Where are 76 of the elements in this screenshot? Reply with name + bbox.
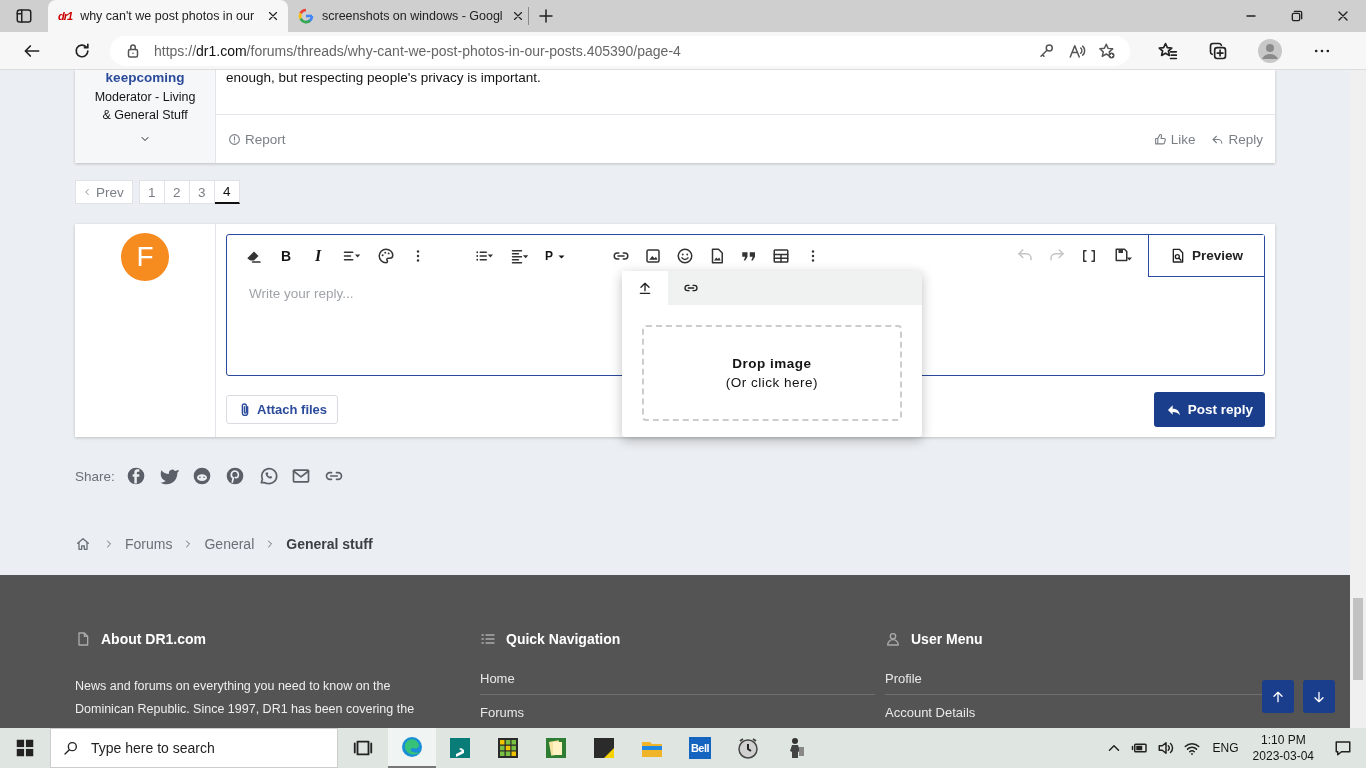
about-text: News and forums on everything you need to know on the Dominican Republic. Since 1997, DR1 has been covering the bbox=[75, 678, 416, 718]
attach-files-button[interactable]: Attach files bbox=[226, 395, 339, 424]
scrollbar[interactable] bbox=[1350, 70, 1366, 728]
clock-app-icon[interactable] bbox=[736, 736, 760, 760]
thumbs-up-icon bbox=[1153, 132, 1167, 146]
site-favicon: dr1 bbox=[58, 10, 73, 22]
bold-tool[interactable]: B bbox=[277, 248, 295, 264]
facebook-icon[interactable] bbox=[125, 466, 146, 486]
taskbar-search-field[interactable]: Type here to search bbox=[50, 728, 338, 768]
user-role: Moderator - Living & General Stuff bbox=[93, 89, 197, 124]
preview-button[interactable]: Preview bbox=[1148, 235, 1264, 277]
add-favorite-icon[interactable] bbox=[1098, 41, 1116, 60]
user-avatar: F bbox=[121, 233, 169, 281]
post-reply-button[interactable]: Post reply bbox=[1153, 392, 1265, 427]
clock-date[interactable]: 2023-03-04 bbox=[1252, 748, 1314, 764]
footer-link[interactable]: Home bbox=[480, 663, 875, 695]
upload-icon bbox=[637, 280, 653, 296]
scroll-bottom-button[interactable] bbox=[1303, 680, 1335, 713]
image-icon[interactable] bbox=[644, 247, 662, 265]
page-link[interactable]: 1 bbox=[138, 180, 165, 204]
reddit-icon[interactable] bbox=[191, 466, 212, 486]
align-left-icon[interactable] bbox=[509, 247, 531, 265]
prev-button[interactable]: Prev bbox=[75, 180, 133, 204]
scroll-top-button[interactable] bbox=[1262, 680, 1294, 713]
document-icon bbox=[75, 631, 91, 647]
key-icon[interactable] bbox=[1038, 41, 1056, 60]
breadcrumb-link[interactable]: General stuff bbox=[286, 536, 373, 552]
browser-app-icon[interactable] bbox=[400, 735, 424, 759]
brackets-icon[interactable] bbox=[1080, 247, 1098, 265]
bing-app-icon[interactable] bbox=[448, 736, 472, 760]
clock-time[interactable]: 1:10 PM bbox=[1260, 732, 1306, 748]
footer-heading: Quick Navigation bbox=[506, 631, 621, 647]
paragraph-tool[interactable]: P bbox=[545, 249, 566, 263]
palette-icon[interactable] bbox=[377, 247, 395, 265]
google-icon bbox=[298, 8, 314, 24]
new-tab-icon[interactable] bbox=[537, 7, 555, 25]
list-icon bbox=[480, 631, 496, 647]
table-icon[interactable] bbox=[772, 247, 790, 265]
smiley-icon[interactable] bbox=[676, 247, 694, 265]
footer-heading: User Menu bbox=[911, 631, 983, 647]
chevron-left-icon bbox=[82, 187, 92, 197]
like-link[interactable]: Like bbox=[1153, 131, 1196, 147]
italic-tool[interactable]: I bbox=[309, 247, 327, 265]
pinterest-icon[interactable] bbox=[224, 466, 245, 486]
breadcrumb-link[interactable]: General bbox=[204, 536, 255, 552]
breadcrumb-link[interactable]: Forums bbox=[125, 536, 173, 552]
address-field[interactable]: https://dr1.com/forums/threads/why-cant-we-post-photos-in-our-posts.405390/page-4 bbox=[110, 35, 1130, 66]
footer-heading: About DR1.com bbox=[101, 631, 206, 647]
search-icon bbox=[63, 740, 79, 756]
home-icon[interactable] bbox=[75, 536, 91, 552]
search-placeholder: Type here to search bbox=[91, 740, 215, 756]
drop-image-label: Drop image bbox=[732, 356, 812, 371]
post-text: enough, but respecting people's privacy is important. bbox=[216, 70, 1275, 115]
drop-zone[interactable]: Drop image (Or click here) bbox=[642, 325, 902, 421]
upload-tab[interactable] bbox=[622, 271, 668, 305]
page-link[interactable]: 3 bbox=[189, 180, 215, 204]
tab-actions-icon[interactable] bbox=[15, 7, 33, 25]
username[interactable]: keepcoming bbox=[105, 70, 185, 85]
report-link[interactable]: Report bbox=[228, 131, 286, 147]
bell-app-icon[interactable]: Bell bbox=[688, 737, 712, 759]
browser-tab[interactable]: screenshots on windows - Googl bbox=[288, 0, 528, 32]
browser-tab[interactable]: dr1 why can't we post photos in our bbox=[48, 0, 288, 32]
info-icon bbox=[228, 132, 241, 146]
user-icon bbox=[885, 631, 901, 647]
restore-icon[interactable] bbox=[1289, 8, 1305, 24]
page-link[interactable]: 4 bbox=[214, 180, 240, 204]
mail-icon[interactable] bbox=[290, 466, 311, 486]
share-label: Share: bbox=[75, 468, 115, 484]
cards-app-icon[interactable] bbox=[544, 736, 568, 760]
language-indicator[interactable]: ENG bbox=[1212, 741, 1239, 755]
reply-link[interactable]: Reply bbox=[1211, 131, 1263, 147]
click-hint: (Or click here) bbox=[725, 375, 819, 390]
page-link[interactable]: 2 bbox=[164, 180, 190, 204]
close-icon[interactable] bbox=[266, 9, 280, 23]
grid-app-icon[interactable] bbox=[496, 736, 520, 760]
sticky-notes-icon[interactable] bbox=[592, 736, 616, 760]
